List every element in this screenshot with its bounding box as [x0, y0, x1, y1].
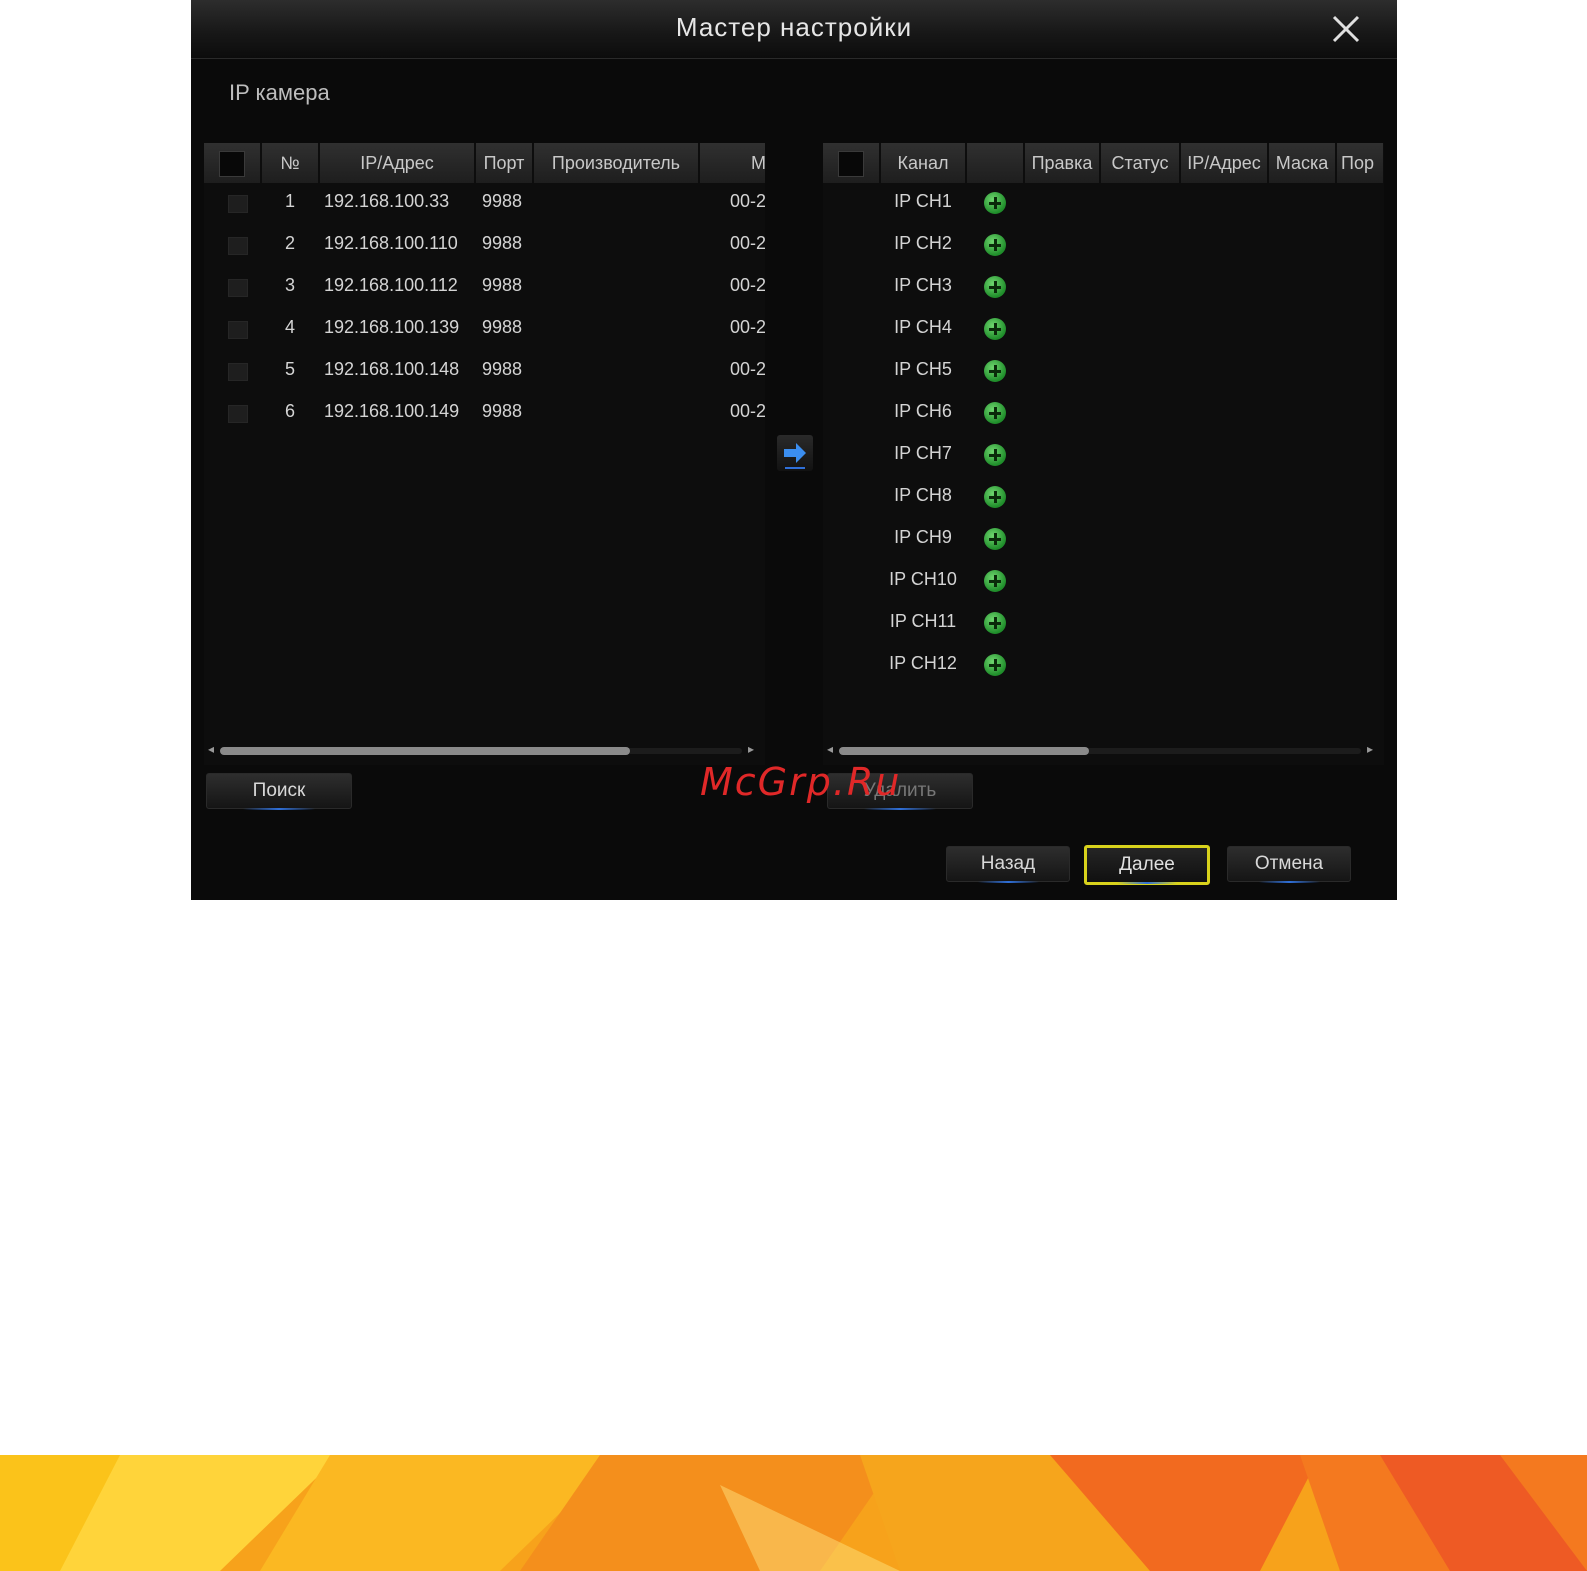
add-channel-icon[interactable] — [984, 234, 1006, 256]
channel-label: IP CH2 — [894, 233, 952, 253]
channel-label: IP CH12 — [889, 653, 957, 673]
row-number: 2 — [284, 233, 295, 253]
add-to-channel-button[interactable] — [777, 435, 813, 471]
row-mac: 00-2 — [729, 191, 765, 211]
row-number: 3 — [284, 275, 295, 295]
channel-label: IP CH8 — [894, 485, 952, 505]
add-channel-icon[interactable] — [984, 444, 1006, 466]
row-checkbox[interactable] — [228, 237, 248, 255]
row-ip-address: 192.168.100.149 — [324, 401, 460, 421]
header-edit: Правка — [1025, 143, 1101, 183]
add-channel-icon[interactable] — [984, 612, 1006, 634]
decorative-banner — [0, 1455, 1587, 1571]
section-title: IP камера — [229, 80, 330, 105]
scroll-left-arrow-right[interactable]: ◂ — [827, 743, 835, 755]
add-channel-icon[interactable] — [984, 654, 1006, 676]
row-mac: 00-2 — [729, 359, 765, 379]
row-number: 6 — [284, 401, 295, 421]
scrollbar-thumb[interactable] — [220, 747, 630, 755]
channel-label: IP CH9 — [894, 527, 952, 547]
add-channel-icon[interactable] — [984, 192, 1006, 214]
row-ip-address: 192.168.100.112 — [324, 275, 458, 295]
header-mask: Маска — [1269, 143, 1337, 183]
add-channel-icon[interactable] — [984, 276, 1006, 298]
row-port: 9988 — [482, 359, 523, 379]
add-channel-icon[interactable] — [984, 318, 1006, 340]
header-manufacturer: Производитель — [534, 143, 700, 183]
channel-label: IP CH10 — [889, 569, 957, 589]
dialog-title: Мастер настройки — [675, 12, 913, 42]
row-checkbox[interactable] — [228, 279, 248, 297]
scroll-right-arrow-right[interactable]: ▸ — [1367, 743, 1375, 755]
row-port: 9988 — [482, 191, 523, 211]
select-all-checkbox[interactable] — [219, 151, 245, 178]
header-ip-address: IP/Адрес — [1181, 143, 1269, 183]
row-port: 9988 — [482, 317, 523, 337]
row-ip-address: 192.168.100.33 — [324, 191, 450, 211]
header-no: № — [262, 143, 320, 183]
title-bar: Мастер настройки — [191, 0, 1397, 59]
row-mac: 00-2 — [729, 317, 765, 337]
scrollbar-thumb-right[interactable] — [839, 747, 1089, 755]
row-checkbox[interactable] — [228, 321, 248, 339]
row-number: 5 — [284, 359, 295, 379]
search-button[interactable]: Поиск — [206, 773, 352, 810]
header-port: Порт — [476, 143, 534, 183]
add-channel-icon[interactable] — [984, 360, 1006, 382]
row-ip-address: 192.168.100.110 — [324, 233, 458, 253]
header-select-all-channels[interactable] — [823, 143, 881, 183]
scroll-left-arrow[interactable]: ◂ — [208, 743, 216, 755]
row-checkbox[interactable] — [228, 363, 248, 381]
header-status: Статус — [1101, 143, 1181, 183]
row-port: 9988 — [482, 275, 523, 295]
channel-label: IP CH1 — [894, 191, 952, 211]
discovered-devices-table: № IP/Адрес Порт Производитель M 1 192.168… — [204, 143, 765, 765]
header-ip: IP/Адрес — [320, 143, 476, 183]
row-mac: 00-2 — [729, 233, 765, 253]
row-ip-address: 192.168.100.139 — [324, 317, 460, 337]
channel-label: IP CH7 — [894, 443, 952, 463]
header-channel: Канал — [881, 143, 967, 183]
header-mac: M — [700, 143, 765, 183]
add-channel-icon[interactable] — [984, 402, 1006, 424]
channel-label: IP CH3 — [894, 275, 952, 295]
select-all-channels-checkbox[interactable] — [838, 151, 864, 178]
add-channel-icon[interactable] — [984, 486, 1006, 508]
header-add — [967, 143, 1025, 183]
row-checkbox[interactable] — [228, 405, 248, 423]
add-channel-icon[interactable] — [984, 570, 1006, 592]
arrow-right-icon — [784, 443, 806, 469]
row-ip-address: 192.168.100.148 — [324, 359, 460, 379]
row-number: 4 — [284, 317, 295, 337]
row-mac: 00-2 — [729, 401, 765, 421]
header-port-right: Пор — [1337, 143, 1384, 183]
add-channel-icon[interactable] — [984, 528, 1006, 550]
channel-label: IP CH6 — [894, 401, 952, 421]
row-port: 9988 — [482, 401, 523, 421]
channel-label: IP CH11 — [889, 611, 957, 631]
back-button[interactable]: Назад — [946, 846, 1070, 883]
row-number: 1 — [284, 191, 295, 211]
channel-table: Канал Правка Статус IP/Адрес Маска Пор I… — [823, 143, 1384, 765]
header-select-all[interactable] — [204, 143, 262, 183]
scroll-right-arrow[interactable]: ▸ — [748, 743, 756, 755]
row-port: 9988 — [482, 233, 523, 253]
channel-label: IP CH4 — [894, 317, 952, 337]
close-icon[interactable] — [1331, 14, 1361, 44]
next-button[interactable]: Далее — [1084, 845, 1210, 885]
row-mac: 00-2 — [729, 275, 765, 295]
watermark-logo: McGrp.Ru — [700, 760, 902, 804]
cancel-button[interactable]: Отмена — [1227, 846, 1351, 883]
row-checkbox[interactable] — [228, 195, 248, 213]
channel-label: IP CH5 — [894, 359, 952, 379]
